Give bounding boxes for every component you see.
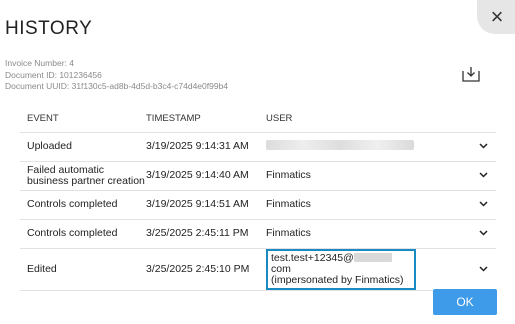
highlighted-user: test.test+12345@com (impersonated by Fin…	[266, 248, 416, 290]
dialog-title: HISTORY	[5, 18, 93, 39]
document-meta: Invoice Number: 4 Document ID: 101236456…	[5, 58, 228, 93]
table-row: Uploaded 3/19/2025 9:14:31 AM	[20, 131, 496, 161]
invoice-number: Invoice Number: 4	[5, 58, 74, 68]
chevron-down-icon[interactable]	[479, 143, 488, 149]
event-cell: Uploaded	[20, 131, 146, 161]
impersonation-note: (impersonated by Finmatics)	[271, 273, 404, 286]
table-row: Failed automatic business partner creati…	[20, 160, 496, 190]
user-cell: Finmatics	[266, 189, 471, 219]
header-user: USER	[266, 113, 293, 125]
user-cell: test.test+12345@com (impersonated by Fin…	[266, 247, 471, 291]
close-button[interactable]: ×	[477, 0, 515, 34]
table-row: Controls completed 3/19/2025 9:14:51 AM …	[20, 189, 496, 219]
chevron-down-icon[interactable]	[479, 265, 488, 272]
timestamp-cell: 3/25/2025 2:45:10 PM	[146, 247, 266, 291]
chevron-down-icon[interactable]	[479, 201, 488, 207]
table-row: Controls completed 3/25/2025 2:45:11 PM …	[20, 218, 496, 248]
redacted-domain	[353, 253, 392, 263]
timestamp-cell: 3/25/2025 2:45:11 PM	[146, 218, 266, 248]
download-icon[interactable]	[462, 66, 480, 82]
chevron-down-icon[interactable]	[479, 230, 488, 236]
redacted-user	[266, 140, 414, 150]
event-cell: Failed automatic business partner creati…	[20, 160, 146, 190]
user-cell: Finmatics	[266, 160, 471, 190]
header-event: EVENT	[27, 113, 59, 125]
timestamp-cell: 3/19/2025 9:14:51 AM	[146, 189, 266, 219]
document-uuid: Document UUID: 31f130c5-ad8b-4d5d-b3c4-c…	[5, 81, 229, 91]
close-icon: ×	[490, 4, 504, 29]
header-timestamp: TIMESTAMP	[146, 113, 201, 125]
chevron-down-icon[interactable]	[479, 172, 488, 178]
user-cell: Finmatics	[266, 218, 471, 248]
timestamp-cell: 3/19/2025 9:14:31 AM	[146, 131, 266, 161]
event-cell: Controls completed	[20, 189, 146, 219]
timestamp-cell: 3/19/2025 9:14:40 AM	[146, 160, 266, 190]
event-cell: Controls completed	[20, 218, 146, 248]
table-row: Edited 3/25/2025 2:45:10 PM test.test+12…	[20, 247, 496, 291]
ok-button[interactable]: OK	[433, 289, 497, 315]
event-cell: Edited	[20, 247, 146, 291]
document-id: Document ID: 101236456	[5, 69, 102, 80]
user-cell	[266, 131, 471, 161]
history-table: EVENT TIMESTAMP USER Uploaded 3/19/2025 …	[20, 106, 496, 291]
